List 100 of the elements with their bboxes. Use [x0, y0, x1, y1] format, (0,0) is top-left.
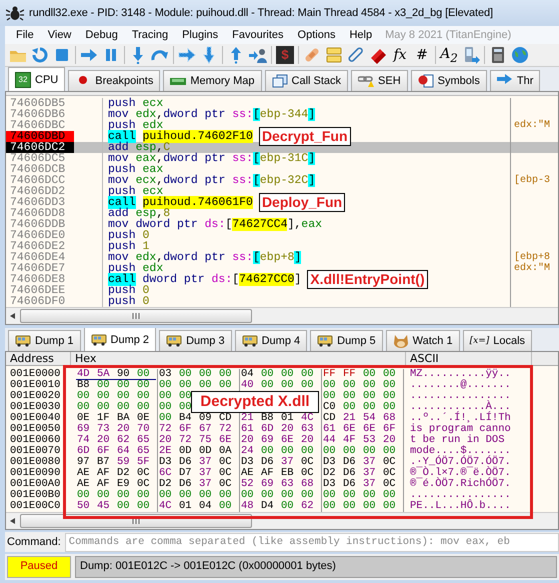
address-cell-text: 74606DD2	[9, 186, 66, 197]
calculator-icon[interactable]	[489, 46, 507, 64]
instruction-cell: call puihoud.74602F10	[108, 131, 253, 142]
menu-item[interactable]: Debug	[78, 29, 125, 41]
restart-icon[interactable]	[31, 46, 49, 64]
chain-icon	[358, 74, 374, 88]
address-cell-text: 001E0030	[9, 402, 62, 413]
tab[interactable]: Breakpoints	[68, 70, 160, 91]
address-cell-text: 74606DCB	[9, 164, 66, 175]
hex-cell: AE AF D2 0C 6C D7 37 0C AE AF EB 0C D2 D6 37 0C	[70, 468, 406, 479]
tab[interactable]: [x=] Locals	[462, 330, 532, 351]
instruction-cell: mov ecx,dword ptr ss:[ebp-32C]	[108, 175, 316, 186]
address-cell-text: 001E0070	[9, 446, 62, 457]
bus-icon	[242, 335, 258, 347]
hex-cell: 69 73 20 70 72 6F 67 72 61 6D 20 63 61 6E 6E 6F	[70, 424, 406, 435]
menu-item[interactable]: Options	[290, 29, 342, 41]
instruction-cell: push ecx	[108, 98, 164, 109]
menu-item[interactable]: Help	[342, 29, 380, 41]
comment-cell: edx:"M	[514, 263, 550, 274]
document-icon	[418, 74, 434, 88]
tab[interactable]: Thr	[490, 70, 540, 91]
note-icon[interactable]	[325, 46, 343, 64]
address-cell-text: 001E00B0	[9, 490, 62, 501]
bus-icon	[166, 335, 182, 347]
toolbar-glyph-button[interactable]: fx	[391, 47, 409, 63]
arrow-right-icon[interactable]	[80, 46, 98, 64]
menu-item[interactable]: Plugins	[175, 29, 226, 41]
hex-cell: 97 B7 59 5F D3 D6 37 0C D3 D6 37 0C D3 D6 37 0C	[70, 457, 406, 468]
command-label: Command:	[7, 536, 61, 548]
scrollbar[interactable]	[6, 307, 558, 324]
instruction-cell: call dword ptr ds:[74627CC0]	[108, 274, 302, 285]
animal-face-icon	[392, 334, 409, 348]
dotted-arrow-right-icon[interactable]	[178, 46, 196, 64]
instruction-cell: push ecx	[108, 186, 164, 197]
address-cell-text: 74606DB5	[9, 98, 66, 109]
address-cell-text: 74606DE8	[9, 274, 66, 285]
annotation-label: Decrypt_Fun	[258, 127, 351, 146]
instruction-cell: push edx	[108, 120, 164, 131]
menu-item[interactable]: File	[9, 29, 41, 41]
comment-cell: [ebp+8	[514, 252, 550, 263]
paperclip-icon[interactable]	[347, 46, 365, 64]
menu-item[interactable]: View	[40, 29, 78, 41]
toolbar-glyph-button[interactable]: A$_{2}$	[440, 46, 458, 64]
address-cell-text: 74606DD3	[9, 197, 66, 208]
address-cell-text: 74606DDB	[9, 219, 66, 230]
ascii-cell: MZ..........ÿÿ..	[406, 369, 532, 380]
tab[interactable]: Dump 1	[8, 330, 81, 351]
hex-cell: 00 00 00 00 00 00 00 00 00 00 00 00 00 00 00 00	[70, 490, 406, 501]
grip-icon	[132, 518, 140, 524]
toolbar-glyph-button[interactable]: #	[413, 47, 431, 63]
command-field[interactable]: Commands are comma separated (like assembly instructions): mov eax, eb	[64, 532, 559, 552]
phone-icon[interactable]	[462, 46, 480, 64]
menu-item[interactable]: Favourites	[225, 29, 291, 41]
instruction-cell: push 0	[108, 230, 150, 241]
address-cell-text: 74606DEE	[9, 285, 66, 296]
build-info: May 8 2021 (TitanEngine)	[384, 29, 512, 41]
instruction-cell: push 0	[108, 296, 150, 307]
address-cell-text: 74606DE4	[9, 252, 66, 263]
tab[interactable]: Dump 2	[84, 328, 156, 351]
tab[interactable]: Call Stack	[264, 70, 348, 91]
chip-icon: 32	[15, 72, 31, 88]
address-cell: 74606DBD	[6, 131, 74, 142]
hex-cell: 6D 6F 64 65 2E 0D 0D 0A 24 00 00 00 00 00 00 00	[70, 446, 406, 457]
address-cell-text: 001E0040	[9, 413, 62, 424]
address-cell-text: 001E0020	[9, 391, 62, 402]
instruction-cell: add esp,8	[108, 208, 170, 219]
instruction-cell: push 0	[108, 285, 150, 296]
window-title: rundll32.exe - PID: 3148 - Module: puihoud.dll - Thread: Main Thread 4584 - x3_2d_bg [Elevated]	[29, 7, 494, 19]
arrow-person-icon[interactable]	[249, 46, 267, 64]
instruction-cell: push edx	[108, 263, 164, 274]
ascii-cell: ..º..´.Í!¸.LÍ!Th	[406, 413, 532, 424]
globe-icon[interactable]	[511, 46, 529, 64]
tab[interactable]: Symbols	[410, 70, 487, 91]
stop-icon[interactable]	[53, 46, 71, 64]
address-cell-text: 001E00C0	[9, 501, 62, 512]
tab[interactable]: Dump 4	[234, 330, 308, 351]
column-header: ASCII	[406, 352, 532, 365]
tab[interactable]: Dump 5	[310, 330, 383, 351]
instruction-cell: add esp,C	[108, 142, 170, 153]
address-cell-text: 74606DE2	[9, 241, 66, 252]
column-header: Hex	[71, 352, 406, 365]
instruction-cell: push eax	[108, 164, 164, 175]
address-cell-text: 001E0090	[9, 468, 62, 479]
tab[interactable]: 32 CPU	[8, 67, 66, 91]
annotation-label: Decrypted X.dll	[191, 391, 319, 413]
menu-item[interactable]: Tracing	[124, 29, 176, 41]
tab[interactable]: Watch 1	[386, 330, 460, 351]
tab[interactable]: SEH	[351, 70, 408, 91]
bus-icon	[15, 335, 31, 347]
comment-cell: edx:"M	[514, 120, 550, 131]
annotation-label: X.dll!EntryPoint()	[307, 270, 428, 289]
tab[interactable]: Dump 3	[159, 330, 232, 351]
address-cell-text: 001E0000	[9, 369, 62, 380]
ascii-cell: ................	[406, 391, 532, 402]
variable-icon: [x=]	[470, 336, 490, 346]
hex-cell: 4D 5A 90 00 03 00 00 00 04 00 00 00 FF FF 00 00	[70, 369, 406, 380]
column-header: Address	[6, 352, 71, 365]
tab[interactable]: Memory Map	[163, 70, 262, 91]
bookmark-icon[interactable]	[369, 46, 387, 64]
address-cell-text: 001E0060	[9, 435, 62, 446]
